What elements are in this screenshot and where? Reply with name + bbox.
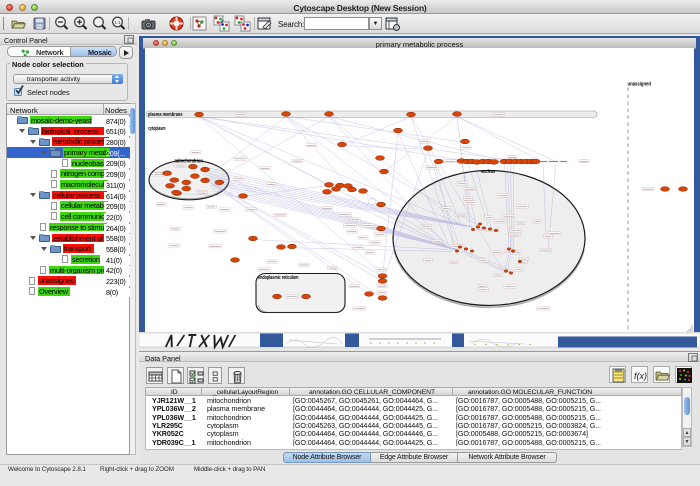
svg-text:plasma membrane: plasma membrane bbox=[148, 112, 183, 118]
svg-text:f(x): f(x) bbox=[634, 371, 647, 381]
svg-text:cytoplasm: cytoplasm bbox=[148, 126, 166, 132]
svg-text:mitochondrion: mitochondrion bbox=[175, 159, 204, 165]
svg-text:endoplasmic reticulum: endoplasmic reticulum bbox=[258, 275, 299, 281]
svg-text:nucleus: nucleus bbox=[481, 169, 495, 175]
svg-text:unassigned: unassigned bbox=[628, 82, 652, 88]
svg-text:1:1: 1:1 bbox=[114, 20, 121, 25]
